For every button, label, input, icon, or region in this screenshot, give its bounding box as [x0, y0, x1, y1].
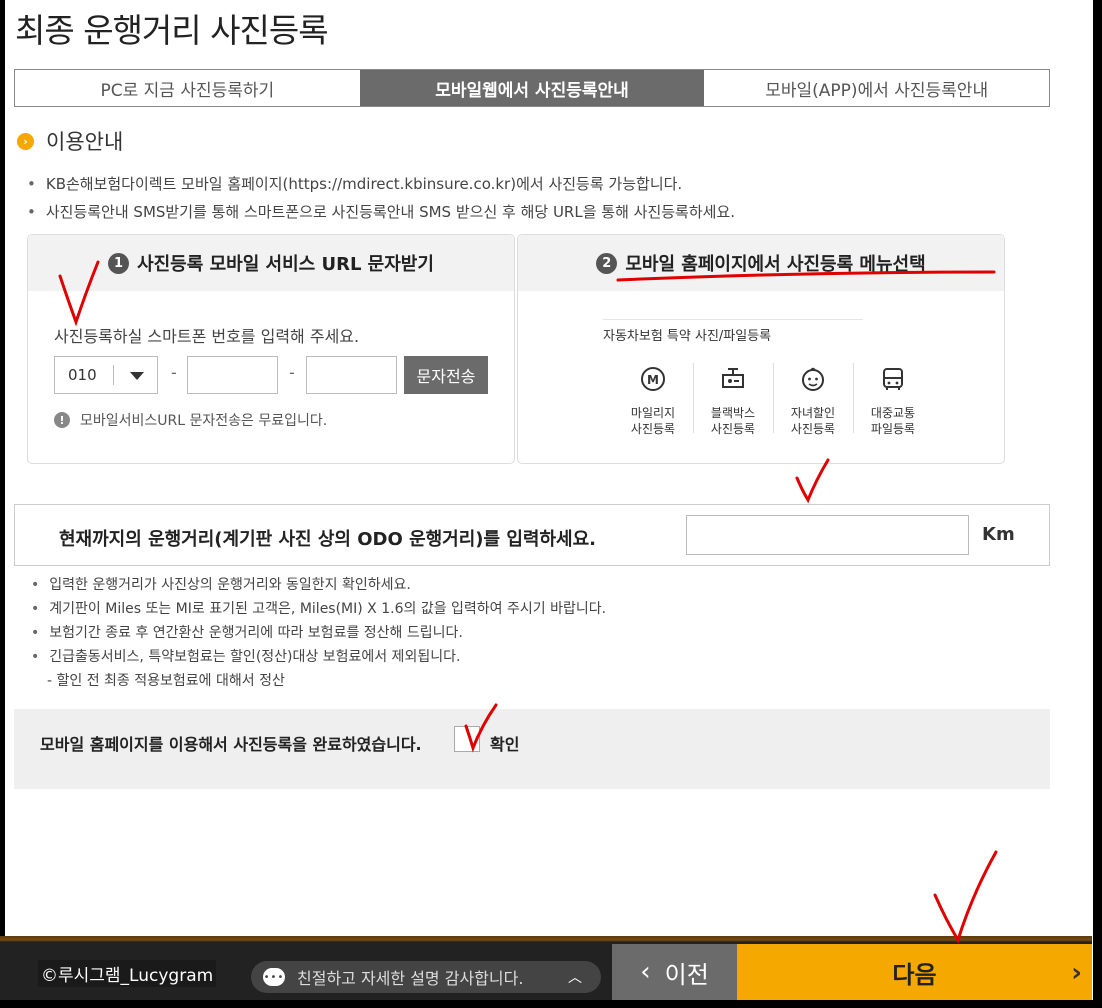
confirm-checkbox[interactable]: [454, 726, 480, 752]
step-number-badge: 1: [108, 252, 130, 274]
menu-item-child: 자녀할인 사진등록: [773, 363, 853, 437]
chat-text: 친절하고 자세한 설명 감사합니다.: [297, 969, 524, 988]
menu-divider: [603, 319, 863, 320]
bus-icon: [877, 363, 909, 395]
menu-item-label: 사진등록: [710, 422, 756, 436]
note-item: 보험기간 종료 후 연간환산 운행거리에 따라 보험료를 정산해 드립니다.: [31, 621, 606, 645]
odometer-input[interactable]: [686, 515, 969, 555]
page-title: 최종 운행거리 사진등록: [15, 11, 329, 50]
chevron-left-icon: ‹: [640, 957, 651, 987]
menu-item-label: 블랙박스: [710, 406, 756, 420]
prev-button[interactable]: ‹ 이전: [612, 944, 737, 1000]
phone-last-input[interactable]: [306, 356, 397, 394]
menu-item-label: 사진등록: [630, 422, 676, 436]
step-number-badge: 2: [596, 252, 618, 274]
send-sms-button[interactable]: 문자전송: [404, 356, 488, 394]
phone-dash: -: [171, 363, 177, 382]
note-item: 긴급출동서비스, 특약보험료는 할인(정산)대상 보험료에서 제외됩니다.: [31, 645, 606, 669]
copyright-watermark: ©루시그램_Lucygram: [38, 960, 217, 987]
select-divider: [113, 365, 114, 385]
prev-button-label: 이전: [664, 960, 709, 989]
info-item: 사진등록안내 SMS받기를 통해 스마트폰으로 사진등록안내 SMS 받으신 후…: [27, 198, 735, 226]
tab-pc-upload[interactable]: PC로 지금 사진등록하기: [15, 70, 360, 106]
menu-icon-row: M 마일리지 사진등록 블랙박스 사진등록 자녀할인 사진등록 대중교통 파일등…: [613, 363, 933, 437]
confirm-text: 모바일 홈페이지를 이용해서 사진등록을 완료하였습니다.: [40, 735, 422, 754]
menu-item-label: 사진등록: [790, 422, 836, 436]
sms-notice: ! 모바일서비스URL 문자전송은 무료입니다.: [54, 410, 327, 430]
menu-item-label: 마일리지: [630, 406, 676, 420]
odometer-section: 현재까지의 운행거리(계기판 사진 상의 ODO 운행거리)를 입력하세요. K…: [14, 504, 1050, 566]
child-icon: [797, 363, 829, 395]
sms-notice-text: 모바일서비스URL 문자전송은 무료입니다.: [80, 413, 328, 429]
bottom-bar: ©루시그램_Lucygram ••• 친절하고 자세한 설명 감사합니다. ︿ …: [0, 936, 1092, 1000]
chevron-down-icon: [130, 372, 144, 380]
blackbox-icon: [717, 363, 749, 395]
menu-title: 자동차보험 특약 사진/파일등록: [603, 329, 772, 344]
confirm-checkbox-label[interactable]: 확인: [490, 731, 519, 755]
phone-prompt: 사진등록하실 스마트폰 번호를 입력해 주세요.: [54, 327, 360, 346]
phone-middle-input[interactable]: [187, 356, 278, 394]
chat-bubble[interactable]: ••• 친절하고 자세한 설명 감사합니다. ︿: [251, 961, 601, 993]
exclamation-icon: !: [54, 412, 70, 428]
note-sub-item: - 할인 전 최종 적용보험료에 대해서 정산: [47, 673, 285, 689]
menu-item-label: 대중교통: [870, 406, 916, 420]
chevron-right-icon: ›: [1071, 958, 1082, 988]
phone-dash: -: [289, 363, 295, 382]
mileage-icon: M: [637, 363, 669, 395]
tab-mobile-app-guide[interactable]: 모바일(APP)에서 사진등록안내: [704, 70, 1050, 106]
info-list: KB손해보험다이렉트 모바일 홈페이지(https://mdirect.kbin…: [27, 170, 735, 226]
step1-header: 1 사진등록 모바일 서비스 URL 문자받기: [28, 235, 514, 291]
info-item: KB손해보험다이렉트 모바일 홈페이지(https://mdirect.kbin…: [27, 170, 735, 198]
step2-header: 2 모바일 홈페이지에서 사진등록 메뉴선택: [518, 235, 1004, 291]
chevron-up-icon[interactable]: ︿: [561, 967, 589, 987]
next-button[interactable]: 다음 ›: [737, 944, 1092, 1000]
tab-bar: PC로 지금 사진등록하기 모바일웹에서 사진등록안내 모바일(APP)에서 사…: [14, 69, 1050, 107]
odometer-label: 현재까지의 운행거리(계기판 사진 상의 ODO 운행거리)를 입력하세요.: [59, 529, 596, 550]
step1-card: 1 사진등록 모바일 서비스 URL 문자받기 사진등록하실 스마트폰 번호를 …: [27, 234, 515, 464]
phone-prefix-value: 010: [68, 366, 97, 384]
menu-item-label: 자녀할인: [790, 406, 836, 420]
next-button-label: 다음: [892, 960, 937, 989]
svg-text:M: M: [647, 373, 659, 387]
tab-mobile-web-guide[interactable]: 모바일웹에서 사진등록안내: [359, 70, 705, 106]
odometer-unit: Km: [982, 524, 1015, 545]
section-header: › 이용안내: [17, 126, 123, 156]
menu-item-bus: 대중교통 파일등록: [853, 363, 933, 437]
menu-item-mileage: M 마일리지 사진등록: [613, 363, 693, 437]
menu-item-blackbox: 블랙박스 사진등록: [693, 363, 773, 437]
note-item: 계기판이 Miles 또는 MI로 표기된 고객은, Miles(MI) X 1…: [31, 597, 606, 621]
step2-title: 모바일 홈페이지에서 사진등록 메뉴선택: [625, 254, 926, 275]
phone-prefix-select[interactable]: 010: [54, 356, 158, 394]
page-frame: 최종 운행거리 사진등록 PC로 지금 사진등록하기 모바일웹에서 사진등록안내…: [5, 0, 1093, 1000]
chat-icon: •••: [263, 968, 285, 986]
confirm-section: 모바일 홈페이지를 이용해서 사진등록을 완료하였습니다. 확인: [14, 709, 1050, 789]
section-title: 이용안내: [46, 130, 124, 154]
menu-item-label: 파일등록: [870, 422, 916, 436]
chevron-right-icon: ›: [17, 132, 34, 150]
step2-card: 2 모바일 홈페이지에서 사진등록 메뉴선택 자동차보험 특약 사진/파일등록 …: [517, 234, 1005, 464]
notes-list: 입력한 운행거리가 사진상의 운행거리와 동일한지 확인하세요. 계기판이 Mi…: [31, 573, 606, 693]
step1-title: 사진등록 모바일 서비스 URL 문자받기: [137, 254, 434, 275]
note-item: 입력한 운행거리가 사진상의 운행거리와 동일한지 확인하세요.: [31, 573, 606, 597]
